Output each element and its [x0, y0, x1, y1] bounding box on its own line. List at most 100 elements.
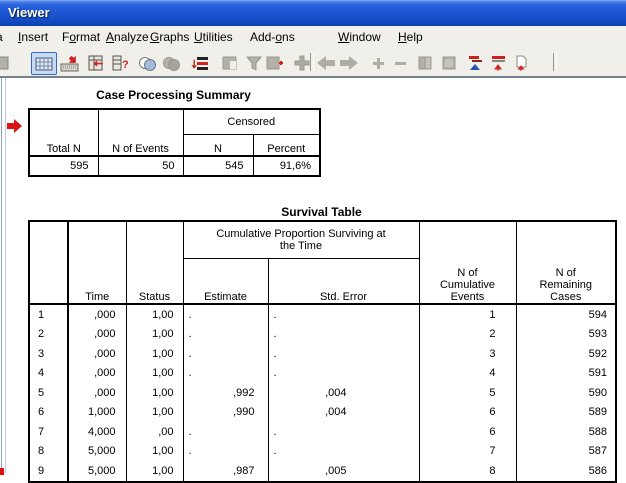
time-value: ,000 — [68, 344, 126, 364]
censored-percent-value: 91,6% — [253, 156, 320, 176]
case-processing-summary-title: Case Processing Summary — [28, 88, 319, 102]
window-disabled-icon[interactable] — [218, 52, 242, 73]
cumulative-events-value: 2 — [419, 325, 516, 345]
cumulative-events-value: 7 — [419, 442, 516, 462]
time-value: 4,000 — [68, 422, 126, 442]
menu-item-format[interactable]: Format — [62, 30, 100, 44]
time-value: ,000 — [68, 325, 126, 345]
estimate-value: . — [183, 364, 268, 384]
time-value: 5,000 — [68, 461, 126, 482]
estimate-value: . — [183, 442, 268, 462]
output-pane[interactable]: Case Processing Summary Total N N of Eve… — [0, 76, 626, 473]
table-row: 85,0001,00..7587 — [29, 442, 616, 462]
menu-item-insert[interactable]: Insert — [18, 30, 48, 44]
dialog-recall-icon[interactable] — [188, 52, 212, 73]
window-title: Viewer — [8, 5, 50, 20]
estimate-value: ,992 — [183, 383, 268, 403]
menu-item-addons[interactable]: Add-ons — [250, 30, 295, 44]
row-number: 1 — [29, 304, 68, 325]
std-error-value: . — [268, 364, 419, 384]
arrow-right-icon[interactable] — [337, 52, 361, 73]
time-value: 1,000 — [68, 403, 126, 423]
remaining-cases-value: 592 — [516, 344, 616, 364]
column-header: Total N — [29, 109, 98, 156]
row-number: 2 — [29, 325, 68, 345]
row-number: 6 — [29, 403, 68, 423]
clipped-icon[interactable] — [0, 52, 12, 73]
cumulative-events-value: 6 — [419, 403, 516, 423]
menu-item-help[interactable]: Help — [398, 30, 423, 44]
table-row: 61,0001,00,990,0046589 — [29, 403, 616, 423]
status-value: ,00 — [126, 422, 183, 442]
arrow-left-icon[interactable] — [314, 52, 338, 73]
collapse-minus-icon[interactable] — [388, 52, 412, 73]
designated-grid-icon[interactable] — [31, 52, 57, 75]
remaining-cases-value: 591 — [516, 364, 616, 384]
survival-table[interactable]: Time Status Cumulative Proportion Surviv… — [28, 220, 617, 483]
row-number-header — [29, 221, 68, 304]
estimate-header: Estimate — [183, 259, 268, 305]
row-number: 3 — [29, 344, 68, 364]
status-value: 1,00 — [126, 442, 183, 462]
hide-book-icon[interactable] — [437, 52, 461, 73]
collapse-outline-icon[interactable] — [464, 52, 488, 73]
std-error-value: . — [268, 344, 419, 364]
std-error-value: ,005 — [268, 461, 419, 482]
table-row: 5,0001,00,992,0045590 — [29, 383, 616, 403]
show-book-icon[interactable] — [414, 52, 438, 73]
cumulative-events-value: 4 — [419, 364, 516, 384]
menu-item-clipped[interactable]: a — [0, 30, 3, 44]
insert-page-icon[interactable] — [509, 52, 533, 73]
pane-border-line — [1, 78, 2, 473]
table-row: 3,0001,00..3592 — [29, 344, 616, 364]
column-header: N of Events — [98, 109, 183, 156]
survival-table-title: Survival Table — [28, 205, 615, 219]
estimate-value: . — [183, 344, 268, 364]
status-value: 1,00 — [126, 325, 183, 345]
remaining-cases-value: 587 — [516, 442, 616, 462]
status-value: 1,00 — [126, 304, 183, 325]
promote-heading-icon[interactable] — [487, 52, 511, 73]
status-value: 1,00 — [126, 344, 183, 364]
censored-n-value: 545 — [183, 156, 253, 176]
row-number: 7 — [29, 422, 68, 442]
select-cases-venn-icon[interactable] — [136, 52, 160, 73]
time-value: ,000 — [68, 304, 126, 325]
status-value: 1,00 — [126, 364, 183, 384]
estimate-value: . — [183, 422, 268, 442]
menu-item-utilities[interactable]: Utilities — [194, 30, 233, 44]
remaining-cases-value: 588 — [516, 422, 616, 442]
total-n-value: 595 — [29, 156, 98, 176]
std-error-value: . — [268, 442, 419, 462]
remaining-cases-value: 593 — [516, 325, 616, 345]
column-header: N — [183, 135, 253, 157]
std-error-header: Std. Error — [268, 259, 419, 305]
title-bar[interactable]: Viewer — [0, 0, 626, 27]
goto-data-keyboard-icon[interactable] — [58, 52, 82, 73]
cumulative-events-header: N of Cumulative Events — [419, 221, 516, 304]
funnel-disabled-icon[interactable] — [242, 52, 266, 73]
menu-item-graphs[interactable]: Graphs — [150, 30, 189, 44]
remaining-cases-value: 589 — [516, 403, 616, 423]
goto-case-table-icon[interactable] — [84, 52, 108, 73]
case-processing-summary-table[interactable]: Total N N of Events Censored N Percent 5… — [28, 108, 321, 177]
time-header: Time — [68, 221, 126, 304]
row-number: 9 — [29, 461, 68, 482]
insert-chart-disabled-icon[interactable] — [264, 52, 288, 73]
n-of-events-value: 50 — [98, 156, 183, 176]
pane-splitter[interactable] — [5, 78, 6, 473]
variables-question-icon[interactable]: ? — [108, 52, 132, 73]
remaining-cases-value: 586 — [516, 461, 616, 482]
menu-item-window[interactable]: Window — [338, 30, 381, 44]
expand-plus-icon[interactable] — [366, 52, 390, 73]
std-error-value: . — [268, 304, 419, 325]
table-row: 95,0001,00,987,0058586 — [29, 461, 616, 482]
cumulative-events-value: 8 — [419, 461, 516, 482]
table-row: 595 50 545 91,6% — [29, 156, 320, 176]
remaining-cases-value: 594 — [516, 304, 616, 325]
venn-disabled-icon[interactable] — [160, 52, 184, 73]
time-value: 5,000 — [68, 442, 126, 462]
cumulative-events-value: 6 — [419, 422, 516, 442]
menu-item-analyze[interactable]: Analyze — [106, 30, 149, 44]
menu-bar: a Insert Format Analyze Graphs Utilities… — [0, 26, 626, 50]
